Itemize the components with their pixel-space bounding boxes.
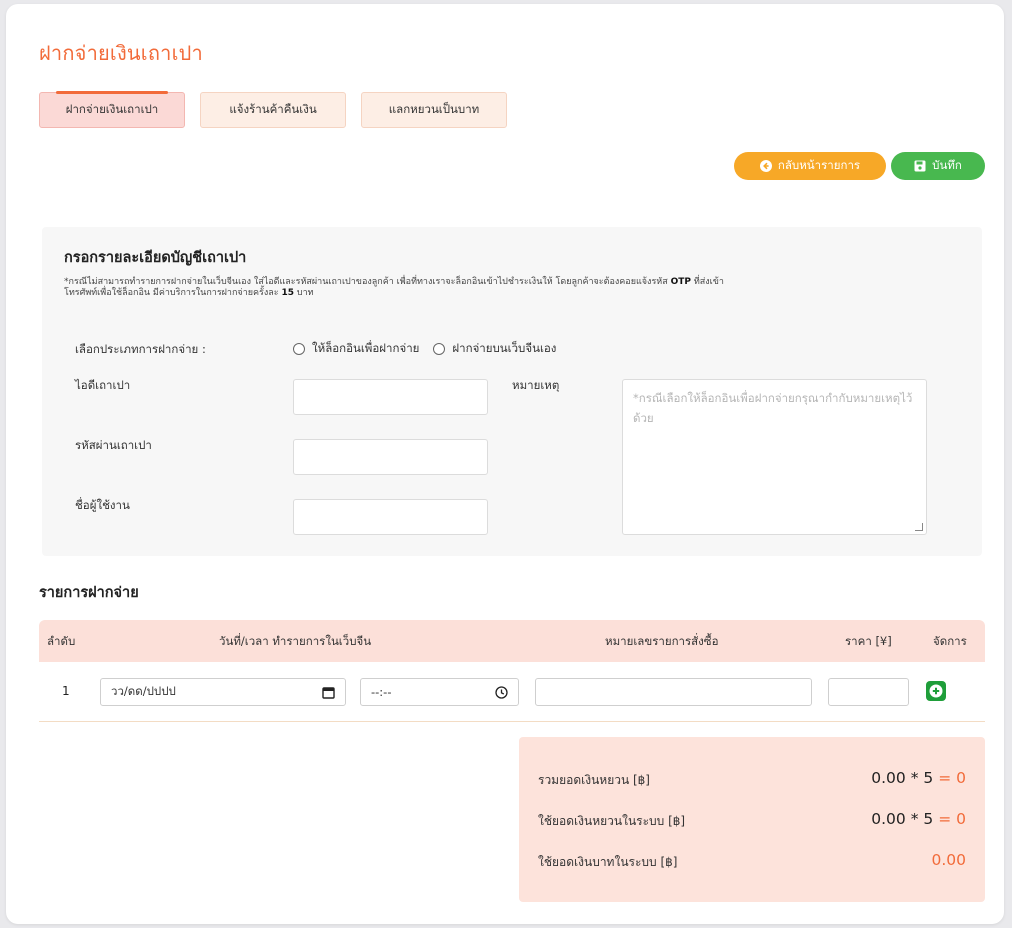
note-fee: 15 <box>281 288 295 298</box>
used-yuan-value: 0.00 * 5 = 0 <box>871 810 966 828</box>
total-yuan-label: รวมยอดเงินหยวน [฿] <box>538 773 650 787</box>
used-yuan-label: ใช้ยอดเงินหยวนในระบบ [฿] <box>538 814 686 828</box>
used-baht-value: 0.00 <box>931 851 966 869</box>
used-yuan-result: 0 <box>956 810 966 828</box>
note-text: บาท <box>294 288 314 298</box>
row-index: 1 <box>62 684 70 698</box>
clock-icon[interactable] <box>495 686 508 699</box>
col-price: ราคา [¥] <box>845 634 892 648</box>
taobao-id-label: ไอดีเถาเปา <box>75 378 131 392</box>
radio-label: ฝากจ่ายบนเว็บจีนเอง <box>452 341 557 355</box>
radio-label: ให้ล็อกอินเพื่อฝากจ่าย <box>312 341 420 355</box>
panel-title: กรอกรายละเอียดบัญชีเถาเปา <box>64 250 247 266</box>
radio-circle[interactable] <box>293 343 305 355</box>
col-order-number: หมายเลขรายการสั่งซื้อ <box>605 634 719 648</box>
resize-handle-icon[interactable] <box>915 523 923 531</box>
used-yuan-eq: = <box>938 810 952 828</box>
col-datetime: วันที่/เวลา ทำรายการในเว็บจีน <box>219 634 372 648</box>
taobao-password-label: รหัสผ่านเถาเปา <box>75 438 152 452</box>
total-yuan-eq: = <box>938 769 952 787</box>
payment-type-radio-group: ให้ล็อกอินเพื่อฝากจ่าย ฝากจ่ายบนเว็บจีนเ… <box>293 340 564 358</box>
arrow-left-circle-icon <box>759 160 772 172</box>
page-title: ฝากจ่ายเงินเถาเปา <box>39 41 203 65</box>
back-button-label: กลับหน้ารายการ <box>777 158 861 172</box>
total-yuan-value: 0.00 * 5 = 0 <box>871 769 966 787</box>
calendar-icon[interactable] <box>322 686 335 699</box>
taobao-id-input[interactable] <box>293 379 488 415</box>
radio-login-pay[interactable]: ให้ล็อกอินเพื่อฝากจ่าย <box>293 340 419 358</box>
time-placeholder: --:-- <box>371 685 392 699</box>
price-input[interactable] <box>828 678 909 706</box>
tab-label: แลกหยวนเป็นบาท <box>388 102 480 116</box>
items-table-header: ลำดับ วันที่/เวลา ทำรายการในเว็บจีน หมาย… <box>39 620 985 662</box>
save-button[interactable]: บันทึก <box>891 152 985 180</box>
note-otp: OTP <box>670 277 691 287</box>
total-yuan-result: 0 <box>956 769 966 787</box>
tab-exchange-yuan[interactable]: แลกหยวนเป็นบาท <box>361 92 507 128</box>
account-details-panel: กรอกรายละเอียดบัญชีเถาเปา *กรณีไม่สามารถ… <box>42 227 982 556</box>
remark-placeholder: *กรณีเลือกให้ล็อกอินเพื่อฝากจ่ายกรุณากำก… <box>633 391 913 425</box>
date-placeholder: วว/ดด/ปปปป <box>111 684 176 698</box>
radio-self-pay[interactable]: ฝากจ่ายบนเว็บจีนเอง <box>433 340 556 358</box>
order-number-input[interactable] <box>535 678 812 706</box>
used-yuan-amount: 0.00 * 5 <box>871 810 934 828</box>
tab-label: แจ้งร้านค้าคืนเงิน <box>229 102 317 116</box>
radio-circle[interactable] <box>433 343 446 355</box>
table-row: 1 วว/ดด/ปปปป --:-- <box>39 662 985 722</box>
tab-taobao-payment[interactable]: ฝากจ่ายเงินเถาเปา <box>39 91 185 128</box>
items-section-title: รายการฝากจ่าย <box>39 585 139 601</box>
back-to-list-button[interactable]: กลับหน้ารายการ <box>734 152 886 180</box>
main-card: ฝากจ่ายเงินเถาเปา ฝากจ่ายเงินเถาเปา แจ้ง… <box>6 4 1004 924</box>
tab-label: ฝากจ่ายเงินเถาเปา <box>65 102 159 116</box>
note-text: *กรณีไม่สามารถทำรายการฝากจ่ายในเว็บจีนเอ… <box>64 277 671 287</box>
note-text: โทรศัพท์เพื่อใช้ล็อกอิน มีค่าบริการในการ… <box>64 288 282 298</box>
plus-circle-icon <box>929 684 943 698</box>
username-input[interactable] <box>293 499 488 535</box>
payment-type-label: เลือกประเภทการฝากจ่าย : <box>75 342 206 356</box>
summary-box: รวมยอดเงินหยวน [฿] 0.00 * 5 = 0 ใช้ยอดเง… <box>519 737 985 902</box>
username-label: ชื่อผู้ใช้งาน <box>75 498 130 512</box>
total-yuan-amount: 0.00 * 5 <box>871 769 934 787</box>
panel-note: *กรณีไม่สามารถทำรายการฝากจ่ายในเว็บจีนเอ… <box>64 277 964 299</box>
note-text: ที่ส่งเข้า <box>690 277 724 287</box>
tab-refund-notice[interactable]: แจ้งร้านค้าคืนเงิน <box>200 92 346 128</box>
add-row-button[interactable] <box>926 681 946 701</box>
date-input[interactable]: วว/ดด/ปปปป <box>100 678 346 706</box>
save-button-label: บันทึก <box>932 158 962 172</box>
floppy-disk-icon <box>914 160 926 172</box>
col-index: ลำดับ <box>47 634 76 648</box>
remark-label: หมายเหตุ <box>512 378 560 392</box>
col-actions: จัดการ <box>933 634 967 648</box>
taobao-password-input[interactable] <box>293 439 488 475</box>
used-baht-label: ใช้ยอดเงินบาทในระบบ [฿] <box>538 855 678 869</box>
remark-textarea[interactable]: *กรณีเลือกให้ล็อกอินเพื่อฝากจ่ายกรุณากำก… <box>622 379 927 535</box>
time-input[interactable]: --:-- <box>360 678 519 706</box>
